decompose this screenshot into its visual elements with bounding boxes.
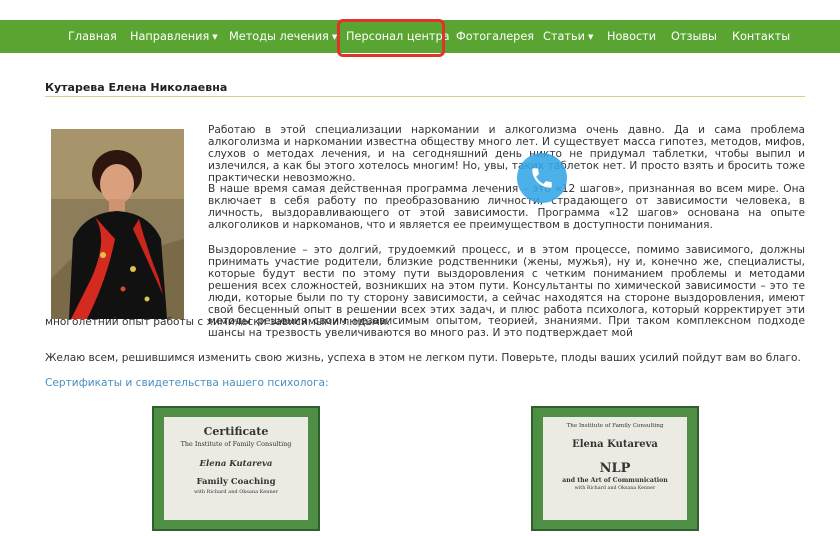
chevron-down-icon: ▼ — [587, 33, 594, 41]
bio-paragraph-2: В наше время самая действенная программа… — [208, 183, 805, 231]
certificate-document: Certificate The Institute of Family Cons… — [164, 417, 308, 520]
certificate-org: The Institute of Family Consulting — [566, 423, 664, 429]
certificate-document: The Institute of Family Consulting Elena… — [543, 417, 687, 520]
nav-item-gallery[interactable]: Фотогалерея — [456, 20, 534, 53]
certificate-name: Elena Kutareva — [572, 439, 658, 450]
phone-icon — [532, 168, 552, 188]
certificate-teachers: with Richard and Oksana Kenner — [193, 489, 279, 495]
nav-item-label: Методы лечения — [229, 30, 329, 43]
certificate-name: Elena Kutareva — [199, 459, 273, 469]
nav-item-label: Статьи — [543, 30, 585, 43]
portrait-photo — [51, 129, 184, 319]
certificate-course-line2: and the Art of Communication — [562, 477, 668, 484]
chevron-down-icon: ▼ — [212, 33, 218, 41]
nav-item-contacts[interactable]: Контакты — [732, 20, 790, 53]
nav-item-articles[interactable]: Статьи ▼ — [543, 20, 593, 53]
bio-paragraph-3-continued: многолетний опыт работы с химически зави… — [45, 316, 390, 328]
certificate-heading: Certificate — [203, 425, 269, 438]
certificate-nlp[interactable]: The Institute of Family Consulting Elena… — [531, 406, 699, 531]
certificate-teachers: with Richard and Oksana Kenner — [574, 486, 656, 491]
certificate-course: Family Coaching — [196, 477, 276, 487]
nav-item-home[interactable]: Главная — [68, 20, 117, 53]
nav-item-directions[interactable]: Направления ▼ — [130, 20, 218, 53]
title-divider — [45, 96, 805, 97]
certificate-family-coaching[interactable]: Certificate The Institute of Family Cons… — [152, 406, 320, 531]
nav-item-treatment-methods[interactable]: Методы лечения ▼ — [229, 20, 337, 53]
nav-item-label: Направления — [130, 30, 210, 43]
certificate-org: The Institute of Family Consulting — [180, 440, 292, 448]
active-nav-highlight — [337, 19, 445, 57]
bio-paragraph-1: Работаю в этой специализации наркомании … — [208, 124, 805, 184]
bio-paragraph-4: Желаю всем, решившимся изменить свою жиз… — [45, 352, 801, 364]
call-button[interactable] — [517, 153, 567, 203]
nav-item-reviews[interactable]: Отзывы — [671, 20, 717, 53]
page-title: Кутарева Елена Николаевна — [45, 81, 228, 94]
certificate-course: NLP — [599, 461, 631, 476]
certificates-link[interactable]: Сертификаты и свидетельства нашего психо… — [45, 377, 329, 389]
nav-item-news[interactable]: Новости — [607, 20, 656, 53]
